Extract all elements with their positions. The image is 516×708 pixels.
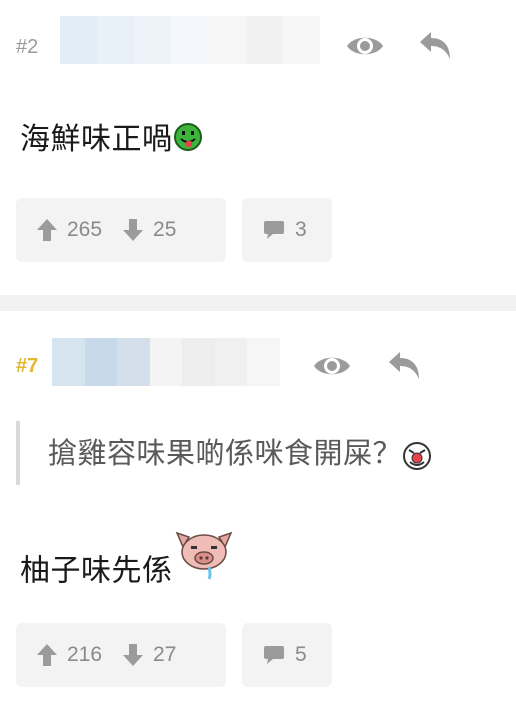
post-body: 柚子味先係 [20, 531, 235, 603]
post-body: 海鮮味正喎 [20, 114, 203, 160]
reply-count: 5 [295, 643, 307, 666]
downvote-button[interactable]: 27 [122, 643, 176, 667]
reply-arrow-icon[interactable] [386, 351, 422, 386]
downvote-button[interactable]: 25 [122, 218, 176, 242]
post-separator [0, 295, 516, 311]
post-actions: 265 25 3 [16, 198, 332, 262]
upvote-count: 216 [67, 643, 103, 666]
downvote-count: 27 [153, 643, 177, 666]
vote-box: 265 25 [16, 198, 226, 262]
comment-icon [264, 221, 284, 239]
quote-text: 搶雞容味果啲係咪食開屎？ [48, 436, 403, 470]
pig-head-sticker-icon [173, 527, 235, 589]
arrow-down-icon [123, 644, 144, 666]
post-body-text: 柚子味先係 [20, 553, 173, 589]
post-actions: 216 27 5 [16, 623, 332, 687]
post-body-text: 海鮮味正喎 [20, 122, 173, 157]
arrow-up-icon [37, 644, 57, 666]
reply-arrow-icon[interactable] [417, 31, 453, 66]
post-number: #2 [16, 36, 39, 58]
eye-icon[interactable] [345, 32, 385, 65]
post-header: #7 [0, 311, 516, 391]
eye-icon[interactable] [312, 352, 352, 385]
vote-box: 216 27 [16, 623, 226, 687]
username-blurred[interactable] [60, 16, 320, 64]
reply-count-button[interactable]: 3 [242, 198, 332, 262]
reply-count-button[interactable]: 5 [242, 623, 332, 687]
post-header: #2 [0, 0, 516, 80]
upvote-button[interactable]: 265 [36, 218, 102, 242]
arrow-up-icon [37, 219, 57, 241]
reply-count: 3 [295, 218, 307, 241]
post-number: #7 [16, 355, 39, 377]
downvote-count: 25 [153, 218, 177, 241]
upvote-button[interactable]: 216 [36, 643, 102, 667]
green-tongue-smiley-icon [173, 122, 203, 160]
arrow-down-icon [123, 219, 144, 241]
comment-icon [264, 646, 284, 664]
username-blurred[interactable] [52, 338, 281, 386]
red-nose-clown-smiley-icon [402, 441, 432, 476]
upvote-count: 265 [67, 218, 103, 241]
quote-block: 搶雞容味果啲係咪食開屎？ [16, 421, 432, 485]
